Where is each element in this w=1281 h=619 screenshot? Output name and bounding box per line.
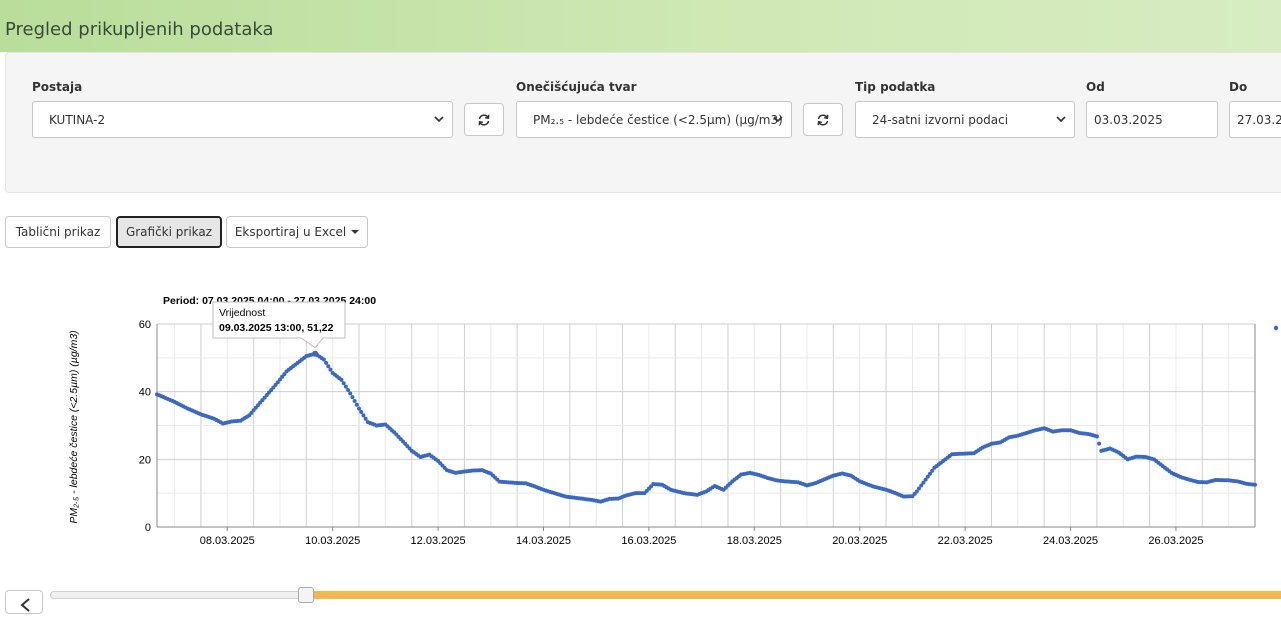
to-date-label: Do xyxy=(1229,80,1248,94)
y-tick-label: 20 xyxy=(139,454,151,466)
tooltip-title: Vrijednost xyxy=(219,307,265,319)
page-title: Pregled prikupljenih podataka xyxy=(5,19,274,40)
chevron-down-icon xyxy=(1056,116,1066,123)
table-view-button[interactable]: Tablični prikaz xyxy=(5,216,111,248)
data-point xyxy=(328,367,333,372)
tooltip-value: 09.03.2025 13:00, 51,22 xyxy=(219,322,334,334)
to-date-input[interactable]: 27.03.2025 xyxy=(1229,101,1281,138)
x-tick-label: 12.03.2025 xyxy=(411,535,466,547)
page-header: Pregled prikupljenih podataka xyxy=(0,0,1281,52)
data-point xyxy=(352,398,357,403)
pollutant-label: Onečišćujuća tvar xyxy=(516,80,637,94)
station-label: Postaja xyxy=(32,80,83,94)
data-point xyxy=(354,402,359,407)
y-tick-label: 60 xyxy=(139,319,151,331)
refresh-icon xyxy=(817,113,829,126)
station-refresh-button[interactable] xyxy=(464,103,504,136)
from-date-input[interactable]: 03.03.2025 xyxy=(1086,101,1218,138)
x-tick-label: 16.03.2025 xyxy=(621,535,676,547)
x-tick-label: 26.03.2025 xyxy=(1148,535,1203,547)
data-point xyxy=(321,357,326,362)
station-select[interactable]: KUTINA-2 xyxy=(32,101,453,138)
data-point xyxy=(1097,441,1102,446)
data-point xyxy=(363,416,368,421)
x-tick-label: 08.03.2025 xyxy=(200,535,255,547)
data-point xyxy=(348,391,353,396)
data-type-label: Tip podatka xyxy=(855,80,936,94)
data-point xyxy=(343,384,348,389)
x-tick-label: 20.03.2025 xyxy=(832,535,887,547)
table-view-label: Tablični prikaz xyxy=(15,225,101,239)
data-point xyxy=(359,409,364,414)
chart-view-button[interactable]: Grafički prikaz xyxy=(116,216,222,248)
export-excel-label: Eksportiraj u Excel xyxy=(234,225,347,239)
data-point xyxy=(341,381,346,386)
x-tick-label: 18.03.2025 xyxy=(727,535,782,547)
x-tick-label: 24.03.2025 xyxy=(1043,535,1098,547)
chart-view-label: Grafički prikaz xyxy=(125,225,213,239)
y-tick-label: 0 xyxy=(145,522,151,534)
range-slider-handle[interactable] xyxy=(298,587,314,603)
y-tick-label: 40 xyxy=(139,387,151,399)
x-tick-label: 22.03.2025 xyxy=(938,535,993,547)
from-date-value: 03.03.2025 xyxy=(1094,113,1163,127)
y-axis-label: PM₂.₅ - lebdeće čestice (<2.5µm) (µg/m3) xyxy=(68,330,80,523)
range-slider-fill xyxy=(306,591,1281,599)
refresh-icon xyxy=(478,113,490,126)
from-date-label: Od xyxy=(1086,80,1105,94)
data-point xyxy=(326,364,331,369)
pollutant-select[interactable]: PM₂.₅ - lebdeće čestice (<2.5µm) (µg/m3) xyxy=(516,101,792,138)
data-type-select-value: 24-satni izvorni podaci xyxy=(872,113,1009,127)
data-point xyxy=(350,395,355,400)
caret-down-icon xyxy=(351,230,360,234)
prev-period-button[interactable] xyxy=(5,590,43,614)
data-type-select[interactable]: 24-satni izvorni podaci xyxy=(855,101,1075,138)
data-point xyxy=(339,377,344,382)
export-excel-button[interactable]: Eksportiraj u Excel xyxy=(226,216,368,248)
chevron-down-icon xyxy=(773,116,783,123)
legend-marker xyxy=(1273,325,1279,331)
pollutant-chart: 0 20 40 60 08.03.2025 10.03.2025 12.03.2025 14.… xyxy=(68,295,1279,547)
data-point xyxy=(324,360,329,365)
chevron-left-icon xyxy=(20,598,30,612)
data-point xyxy=(1253,482,1257,487)
chevron-down-icon xyxy=(434,116,444,123)
data-point xyxy=(361,413,366,418)
to-date-value: 27.03.2025 xyxy=(1237,113,1281,127)
x-tick-label: 10.03.2025 xyxy=(305,535,360,547)
pollutant-select-value: PM₂.₅ - lebdeće čestice (<2.5µm) (µg/m3) xyxy=(533,113,783,127)
data-point xyxy=(346,387,351,392)
pollutant-refresh-button[interactable] xyxy=(803,103,843,136)
x-tick-label: 14.03.2025 xyxy=(516,535,571,547)
data-point xyxy=(1094,434,1099,439)
station-select-value: KUTINA-2 xyxy=(49,113,106,127)
data-point xyxy=(357,406,362,411)
highlighted-point xyxy=(312,350,319,357)
